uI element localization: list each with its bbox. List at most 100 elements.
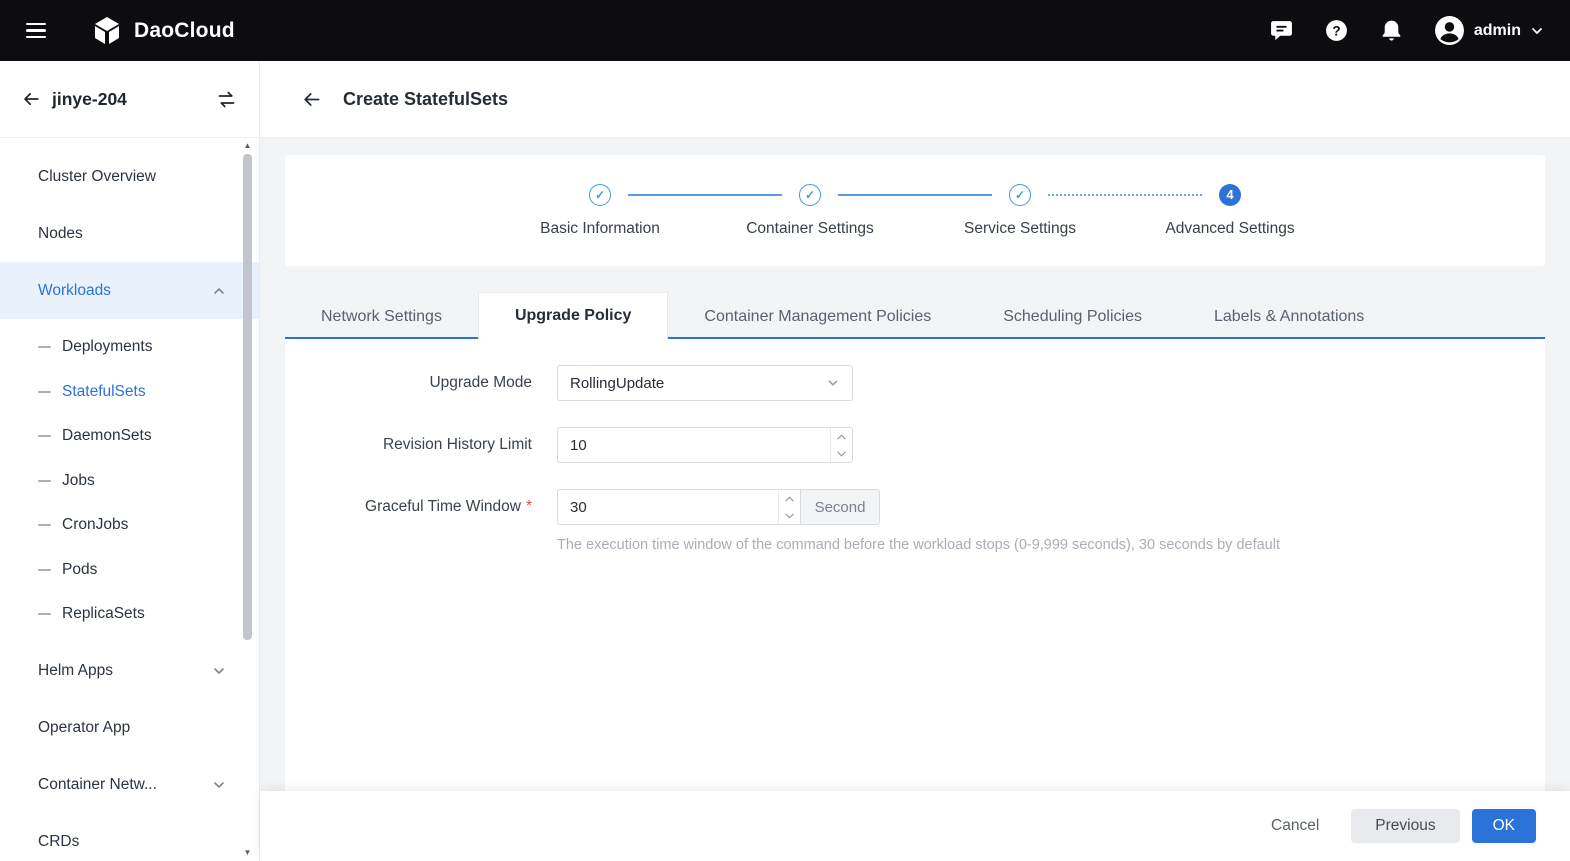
feedback-icon[interactable] (1269, 18, 1294, 43)
number-spinner[interactable] (830, 428, 852, 462)
sidebar-item-label: CronJobs (62, 516, 129, 534)
sidebar-item-label: CRDs (38, 833, 80, 850)
sidebar-item-label: Deployments (62, 338, 153, 356)
sidebar: jinye-204 Cluster Overview Nodes Workloads… (0, 61, 260, 861)
sidebar-item-cronjobs[interactable]: CronJobs (0, 503, 259, 548)
sidebar-item-statefulsets[interactable]: StatefulSets (0, 370, 259, 415)
stepper-card: ✓ Basic Information ✓ Container Settings ✓ Se… (285, 155, 1545, 266)
sidebar-item-nodes[interactable]: Nodes (0, 205, 259, 262)
sidebar-item-label: Workloads (38, 281, 111, 299)
sidebar-item-operator-app[interactable]: Operator App (0, 700, 259, 757)
spinner-down-icon[interactable] (831, 445, 852, 462)
step-2: ✓ Container Settings (628, 183, 915, 238)
step-connector (838, 193, 992, 196)
tab-bar: Network Settings Upgrade Policy Container … (285, 292, 1545, 339)
spinner-down-icon[interactable] (779, 507, 800, 524)
back-icon[interactable] (22, 90, 40, 108)
graceful-time-window-input (557, 489, 801, 525)
step-check-icon: ✓ (1009, 183, 1031, 206)
form-row-graceful-time-window: Graceful Time Window* Second (285, 489, 1545, 525)
step-label: Service Settings (964, 219, 1076, 237)
sidebar-item-label: ReplicaSets (62, 605, 145, 623)
sidebar-header: jinye-204 (0, 61, 259, 138)
avatar-icon (1434, 15, 1465, 46)
sidebar-item-helm-apps[interactable]: Helm Apps (0, 643, 259, 700)
topbar-right: ? admin (1269, 15, 1544, 46)
page-title: Create StatefulSets (343, 88, 509, 109)
step-1: ✓ Basic Information (495, 183, 705, 238)
sidebar-nav: Cluster Overview Nodes Workloads Deployment… (0, 138, 259, 861)
upgrade-mode-select[interactable]: RollingUpdate (557, 365, 853, 401)
tab-scheduling-policies[interactable]: Scheduling Policies (967, 294, 1178, 339)
chevron-up-icon (213, 285, 225, 297)
app-body: jinye-204 Cluster Overview Nodes Workloads… (0, 61, 1570, 861)
number-spinner[interactable] (778, 490, 800, 524)
step-check-icon: ✓ (589, 183, 611, 206)
cancel-button[interactable]: Cancel (1255, 809, 1335, 843)
switch-cluster-icon[interactable] (216, 89, 237, 110)
sidebar-item-cluster-overview[interactable]: Cluster Overview (0, 148, 259, 205)
sidebar-item-jobs[interactable]: Jobs (0, 459, 259, 504)
sidebar-item-daemonsets[interactable]: DaemonSets (0, 414, 259, 459)
sidebar-item-container-netw[interactable]: Container Netw... (0, 757, 259, 814)
notifications-bell-icon[interactable] (1379, 18, 1404, 43)
sidebar-item-label: Nodes (38, 224, 83, 242)
spinner-up-icon[interactable] (779, 490, 800, 507)
menu-toggle-icon[interactable] (24, 19, 48, 43)
step-check-icon: ✓ (799, 183, 821, 206)
sidebar-item-crds[interactable]: CRDs (0, 814, 259, 861)
sidebar-item-workloads[interactable]: Workloads (0, 262, 259, 319)
scroll-up-icon[interactable]: ▲ (242, 140, 253, 152)
sidebar-item-label: Cluster Overview (38, 167, 156, 185)
ok-button[interactable]: OK (1471, 809, 1536, 843)
chevron-down-icon (213, 665, 225, 677)
tab-network-settings[interactable]: Network Settings (285, 294, 478, 339)
tab-upgrade-policy[interactable]: Upgrade Policy (477, 292, 669, 339)
upgrade-mode-value: RollingUpdate (570, 374, 665, 392)
step-connector (1048, 193, 1202, 196)
dash-icon (38, 435, 51, 438)
step-3: ✓ Service Settings (838, 183, 1125, 238)
step-label: Container Settings (746, 219, 874, 237)
upgrade-mode-label: Upgrade Mode (429, 374, 532, 391)
step-connector (628, 193, 782, 196)
dash-icon (38, 613, 51, 616)
revision-history-limit-field[interactable] (558, 428, 830, 462)
previous-button[interactable]: Previous (1351, 809, 1460, 843)
tab-labels-annotations[interactable]: Labels & Annotations (1178, 294, 1400, 339)
help-icon[interactable]: ? (1324, 18, 1349, 43)
tabs-block: Network Settings Upgrade Policy Container … (285, 292, 1545, 791)
required-asterisk: * (525, 498, 532, 515)
chevron-down-icon (213, 779, 225, 791)
cluster-name: jinye-204 (52, 88, 127, 109)
footer-actions: Cancel Previous OK (260, 791, 1570, 861)
step-number-badge: 4 (1219, 183, 1241, 206)
form-row-revision-history-limit: Revision History Limit (285, 427, 1545, 463)
page-header: Create StatefulSets (260, 61, 1570, 138)
chevron-down-icon (826, 376, 840, 390)
spinner-up-icon[interactable] (831, 428, 852, 445)
scrollbar-thumb[interactable] (243, 154, 252, 640)
revision-history-limit-label: Revision History Limit (382, 436, 532, 453)
svg-text:?: ? (1332, 23, 1340, 38)
back-icon[interactable] (302, 90, 321, 109)
chevron-down-icon (1530, 24, 1544, 38)
scroll-down-icon[interactable]: ▼ (242, 847, 253, 859)
sidebar-item-pods[interactable]: Pods (0, 548, 259, 593)
sidebar-item-replicasets[interactable]: ReplicaSets (0, 592, 259, 637)
sidebar-item-label: Jobs (62, 471, 95, 489)
graceful-time-window-help: The execution time window of the command… (557, 537, 1280, 553)
user-menu[interactable]: admin (1434, 15, 1544, 46)
sidebar-scrollbar[interactable]: ▲ ▼ (242, 140, 253, 861)
graceful-time-window-label: Graceful Time Window * (365, 498, 532, 515)
sidebar-item-deployments[interactable]: Deployments (0, 325, 259, 370)
step-label: Advanced Settings (1165, 219, 1295, 237)
sidebar-item-label: Pods (62, 560, 98, 578)
sidebar-item-label: StatefulSets (62, 382, 146, 400)
daocloud-logo-icon (90, 14, 124, 48)
graceful-time-window-field[interactable] (558, 490, 778, 524)
brand[interactable]: DaoCloud (90, 14, 235, 48)
tab-container-management-policies[interactable]: Container Management Policies (668, 294, 967, 339)
dash-icon (38, 390, 51, 393)
sidebar-item-label: DaemonSets (62, 427, 152, 445)
